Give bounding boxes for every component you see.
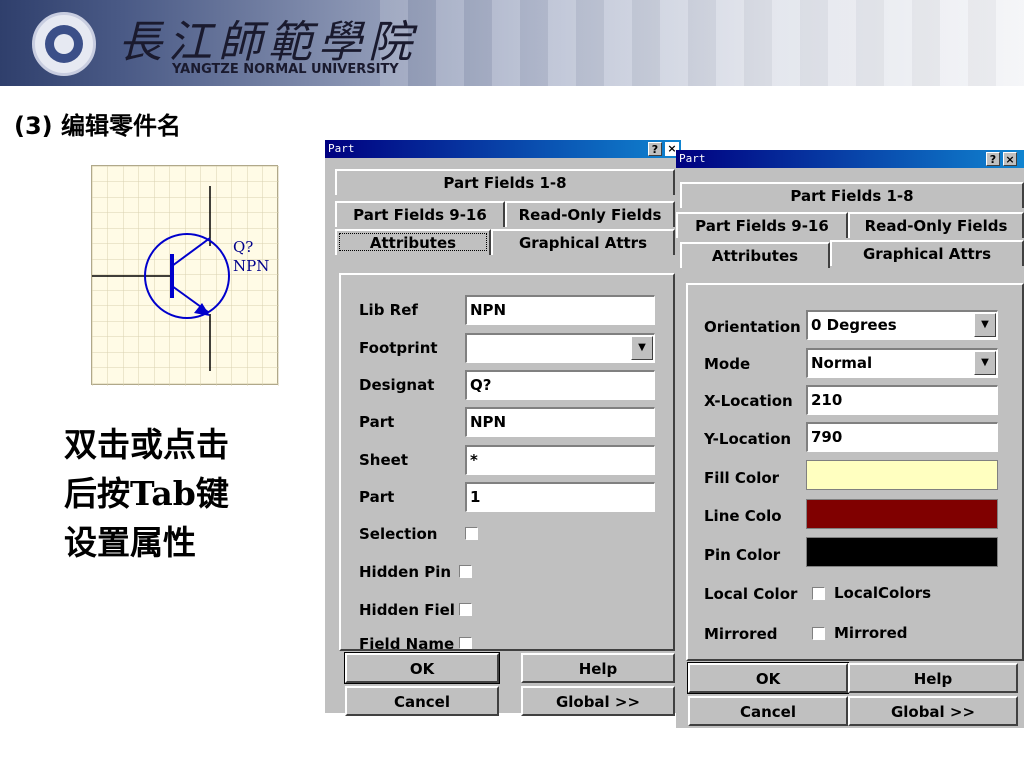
help-icon[interactable]: ? — [986, 152, 1000, 166]
step-title: (3) 编辑零件名 — [14, 112, 181, 140]
pin-color-label: Pin Color — [704, 546, 781, 564]
help-button[interactable]: Help — [521, 653, 675, 683]
dialog-titlebar[interactable]: Part — [325, 140, 681, 158]
chevron-down-icon[interactable]: ▼ — [974, 351, 996, 375]
part-number-label: Part — [359, 488, 395, 506]
logo-core — [54, 34, 74, 54]
lib-ref-label: Lib Ref — [359, 301, 418, 319]
tab-attributes[interactable]: Attributes — [335, 229, 491, 255]
instructions: 双击或点击 后按Tab键 设置属性 — [64, 420, 229, 567]
mirrored-label: Mirrored — [704, 625, 778, 643]
university-logo — [32, 12, 96, 76]
pin-color-swatch[interactable] — [806, 537, 998, 567]
tab-graphical-attrs[interactable]: Graphical Attrs — [830, 240, 1024, 266]
designator-label: Q? — [233, 238, 254, 256]
field-names-label: Field Name — [359, 635, 455, 649]
hidden-pins-label: Hidden Pin — [359, 563, 452, 581]
global-button[interactable]: Global >> — [848, 696, 1018, 726]
sheet-label: Sheet — [359, 451, 408, 469]
ok-button[interactable]: OK — [687, 662, 849, 694]
field-names-checkbox[interactable] — [459, 637, 472, 649]
selection-label: Selection — [359, 525, 438, 543]
lib-ref-input[interactable]: NPN — [465, 295, 655, 325]
part-number-input[interactable]: 1 — [465, 482, 655, 512]
x-location-input[interactable]: 210 — [806, 385, 998, 415]
instruction-line: 后按Tab键 — [64, 474, 229, 513]
footprint-label: Footprint — [359, 339, 438, 357]
tab-read-only-fields[interactable]: Read-Only Fields — [848, 212, 1024, 238]
graphical-attrs-panel: Orientation 0 Degrees ▼ Mode Normal ▼ X-… — [686, 283, 1024, 661]
cancel-button[interactable]: Cancel — [688, 696, 848, 726]
instruction-line: 设置属性 — [64, 523, 196, 562]
part-dialog-attributes: Part ? × Part Fields 1-8 Part Fields 9-1… — [325, 140, 681, 716]
instruction-line: 双击或点击 — [64, 425, 229, 464]
school-name-cn: 長江師範學院 — [118, 17, 418, 68]
designator-label: Designat — [359, 376, 435, 394]
cancel-button[interactable]: Cancel — [345, 686, 499, 716]
y-location-input[interactable]: 790 — [806, 422, 998, 452]
global-button[interactable]: Global >> — [521, 686, 675, 716]
line-color-label: Line Colo — [704, 507, 782, 525]
dialog-titlebar[interactable]: Part — [676, 150, 1024, 168]
close-icon[interactable]: × — [1003, 152, 1017, 166]
schematic-grid — [92, 166, 279, 386]
fill-color-swatch[interactable] — [806, 460, 998, 490]
school-name-en: YANGTZE NORMAL UNIVERSITY — [172, 62, 399, 77]
mirrored-checkbox[interactable] — [812, 627, 825, 640]
hidden-fields-checkbox[interactable] — [459, 603, 472, 616]
tab-part-fields-1-8[interactable]: Part Fields 1-8 — [680, 182, 1024, 208]
tab-part-fields-1-8[interactable]: Part Fields 1-8 — [335, 169, 675, 195]
orientation-select[interactable]: 0 Degrees ▼ — [806, 310, 998, 340]
schematic-preview: Q? NPN — [91, 165, 279, 386]
tab-part-fields-9-16[interactable]: Part Fields 9-16 — [676, 212, 848, 238]
selection-checkbox[interactable] — [465, 527, 478, 540]
orientation-value: 0 Degrees — [811, 316, 897, 334]
orientation-label: Orientation — [704, 318, 801, 336]
part-label: Part — [359, 413, 395, 431]
mode-label: Mode — [704, 355, 751, 373]
help-icon[interactable]: ? — [648, 142, 662, 156]
tab-read-only-fields[interactable]: Read-Only Fields — [505, 201, 675, 227]
attributes-panel: Lib Ref NPN Footprint ▼ Designat Q? Part… — [339, 273, 675, 651]
dialog-title: Part — [328, 142, 355, 155]
chevron-down-icon[interactable]: ▼ — [631, 336, 653, 360]
fill-color-label: Fill Color — [704, 469, 780, 487]
hidden-pins-checkbox[interactable] — [459, 565, 472, 578]
tab-attributes[interactable]: Attributes — [680, 242, 830, 268]
banner-stripes — [380, 0, 1024, 86]
tab-part-fields-9-16[interactable]: Part Fields 9-16 — [335, 201, 505, 227]
dialog-title: Part — [679, 152, 706, 165]
chevron-down-icon[interactable]: ▼ — [974, 313, 996, 337]
tab-graphical-attrs[interactable]: Graphical Attrs — [491, 229, 675, 255]
part-dialog-graphical: Part ? × Part Fields 1-8 Part Fields 9-1… — [676, 150, 1024, 728]
ok-button[interactable]: OK — [344, 652, 500, 684]
part-type-label: NPN — [233, 257, 270, 275]
header-banner: 長江師範學院 YANGTZE NORMAL UNIVERSITY — [0, 0, 1024, 86]
footprint-select[interactable]: ▼ — [465, 333, 655, 363]
line-color-swatch[interactable] — [806, 499, 998, 529]
local-colors-text: LocalColors — [834, 584, 932, 602]
part-input[interactable]: NPN — [465, 407, 655, 437]
sheet-input[interactable]: * — [465, 445, 655, 475]
mode-value: Normal — [811, 354, 873, 372]
local-colors-checkbox[interactable] — [812, 587, 825, 600]
y-location-label: Y-Location — [704, 430, 792, 448]
hidden-fields-label: Hidden Fiel — [359, 601, 455, 619]
local-color-label: Local Color — [704, 585, 798, 603]
designator-input[interactable]: Q? — [465, 370, 655, 400]
help-button[interactable]: Help — [848, 663, 1018, 693]
x-location-label: X-Location — [704, 392, 793, 410]
mirrored-text: Mirrored — [834, 624, 908, 642]
mode-select[interactable]: Normal ▼ — [806, 348, 998, 378]
